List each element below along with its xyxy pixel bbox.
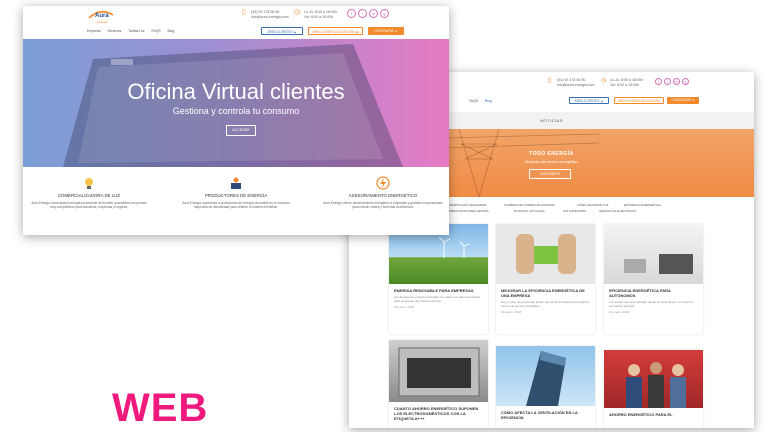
oven-image xyxy=(389,340,488,402)
clock-icon: ◷ xyxy=(294,9,301,16)
hours-line1: Lu-Ju: 8:00 a 18:00h xyxy=(304,10,337,14)
hours-line2: Vie: 8:00 a 15:00h xyxy=(610,83,640,87)
google-plus-icon[interactable]: g xyxy=(380,9,389,18)
twitter-icon[interactable]: t xyxy=(358,9,367,18)
area-comercializadora-button[interactable]: ÁREA COMERCIALIZADORA ◉ xyxy=(614,97,664,104)
category-link[interactable]: VEHÍCULOS ELÉCTRICOS xyxy=(599,209,636,213)
feature-text: Aura Energía comercializa energía proced… xyxy=(31,201,147,210)
hours-line1: Lu-Ju: 8:00 a 18:00h xyxy=(610,78,643,82)
feature-text: Aura Energía representa a productores de… xyxy=(182,201,290,210)
card-title[interactable]: CÓMO AFECTA LA VENTILACIÓN EN LA EFICIEN… xyxy=(496,406,595,420)
news-card[interactable]: AHORRO ENERGÉTICO PARA EL xyxy=(604,350,703,428)
feature-productores: PRODUCTORES DE ENERGÍA Aura Energía repr… xyxy=(176,176,296,210)
card-text: Hoy en día, las empresas tienen que tene… xyxy=(501,300,589,308)
phone-icon: ▯ xyxy=(548,78,552,84)
hero-banner: Oficina Virtual clientes Gestiona y cont… xyxy=(23,39,449,167)
email-text: info@aura-energia.com xyxy=(557,83,595,87)
category-link[interactable]: SIN CATEGORÍA xyxy=(563,209,586,213)
feature-comercializadora: COMERCIALIZADORA DE LUZ Aura Energía com… xyxy=(29,176,149,210)
card-title[interactable]: MEJORAR LA EFICIENCIA ENERGÉTICA DE UNA … xyxy=(496,284,595,298)
card-date: 19 enero, 2018 xyxy=(609,310,630,314)
category-link[interactable]: PREGUNTAS FRECUENTES xyxy=(449,209,489,213)
card-title[interactable]: ENERGÍA RENOVABLE PARA EMPRESAS xyxy=(389,284,488,293)
facebook-icon[interactable]: f xyxy=(347,9,356,18)
news-card[interactable]: MEJORAR LA EFICIENCIA ENERGÉTICA DE UNA … xyxy=(496,224,595,334)
nav-servicios[interactable]: Servicios xyxy=(108,29,122,33)
phone-line1: (34) 93 178 06 90 xyxy=(557,78,586,82)
home-page-window: Aura Energía ▯ (34) 93 178 06 90 info@au… xyxy=(23,6,449,235)
card-title[interactable]: CUANTO AHORRO ENERGÉTICO SUPONEN LOS ELE… xyxy=(389,402,488,421)
logo-subtext: Energía xyxy=(97,20,108,24)
nav-bar: FAQS Blog xyxy=(469,99,498,103)
nav-blog[interactable]: Blog xyxy=(168,29,175,33)
area-clientes-button[interactable]: ÁREA CLIENTES ▲ xyxy=(569,97,609,104)
nav-empresa[interactable]: Empresa xyxy=(87,29,101,33)
logo-text: Aura xyxy=(95,13,109,19)
nav-tarifas-luz[interactable]: Tarifas Luz xyxy=(128,29,144,33)
feature-text: Aura Energía ofrece asesoramiento energé… xyxy=(323,201,443,210)
category-link[interactable]: EFICIENCIA ENERGÉTICA xyxy=(624,203,661,207)
google-plus-icon[interactable]: g xyxy=(682,78,689,85)
linkedin-icon[interactable]: in xyxy=(673,78,680,85)
card-date: 19 enero, 2018 xyxy=(501,310,522,314)
twitter-icon[interactable]: t xyxy=(664,78,671,85)
phone-line1: (34) 93 178 06 90 xyxy=(251,10,280,14)
nav-blog[interactable]: Blog xyxy=(485,99,492,103)
news-card[interactable]: EFICIENCIA ENERGÉTICA PARA AUTÓNOMOS Los… xyxy=(604,224,703,334)
phone-icon: ▯ xyxy=(242,9,246,16)
category-link[interactable]: ADAPTACIÓN NECESARIA xyxy=(449,203,486,207)
area-comercializadora-button[interactable]: ÁREA COMERCIALIZADORA ◉ xyxy=(308,27,363,35)
solar-panel-icon xyxy=(229,176,243,190)
slider-dots xyxy=(232,157,252,167)
linkedin-icon[interactable]: in xyxy=(369,9,378,18)
news-card[interactable]: CUANTO AHORRO ENERGÉTICO SUPONEN LOS ELE… xyxy=(389,340,488,428)
web-label: WEB xyxy=(112,386,209,430)
card-date: 19 enero, 2018 xyxy=(394,305,415,309)
contratar-button[interactable]: CONTRATAR ➜ xyxy=(667,97,699,104)
feature-asesoramiento: ASESORAMIENTO ENERGÉTICO Aura Energía of… xyxy=(323,176,443,210)
news-card[interactable]: ENERGÍA RENOVABLE PARA EMPRESAS Las fuen… xyxy=(389,224,488,334)
category-link[interactable]: CAMBIAR DE COMERCIALIZADORA xyxy=(504,203,555,207)
feature-title: ASESORAMIENTO ENERGÉTICO xyxy=(348,193,418,198)
subscribe-button[interactable]: SUSCRÍBETE xyxy=(529,169,571,179)
hours-line2: Vie: 8:00 a 15:00h xyxy=(304,15,334,19)
energy-bolt-icon xyxy=(376,176,390,190)
category-link[interactable]: NOTICIAS ACTUALES xyxy=(514,209,545,213)
facebook-icon[interactable]: f xyxy=(655,78,662,85)
card-title[interactable]: EFICIENCIA ENERGÉTICA PARA AUTÓNOMOS xyxy=(604,284,703,298)
news-card[interactable]: CÓMO AFECTA LA VENTILACIÓN EN LA EFICIEN… xyxy=(496,346,595,428)
card-title[interactable]: AHORRO ENERGÉTICO PARA EL xyxy=(604,408,703,417)
building-image xyxy=(496,346,595,406)
email-text: info@aura-energia.com xyxy=(251,15,289,19)
acceder-button[interactable]: ACCEDER xyxy=(226,125,256,136)
area-clientes-button[interactable]: ÁREA CLIENTES ▲ xyxy=(261,27,303,35)
nav-bar: Empresa Servicios Tarifas Luz FAQS Blog xyxy=(87,29,180,33)
card-text: Los autónomos que trabajan desde su casa… xyxy=(609,300,694,308)
plug-image xyxy=(496,224,595,284)
card-text: Las fuentes de energía renovable son cad… xyxy=(394,295,481,303)
clock-icon: ◷ xyxy=(601,78,607,84)
lightbulb-icon xyxy=(82,176,96,190)
desk-image xyxy=(604,224,703,284)
people-image xyxy=(604,350,703,408)
category-link[interactable]: CÓMO AHORRAR LUZ xyxy=(577,203,609,207)
feature-title: PRODUCTORES DE ENERGÍA xyxy=(204,193,268,198)
nav-faqs[interactable]: FAQS xyxy=(469,99,478,103)
nav-faqs[interactable]: FAQS xyxy=(152,29,161,33)
hero-subtitle: Gestiona y controla tu consumo xyxy=(172,106,300,116)
hero-title: Oficina Virtual clientes xyxy=(127,79,345,104)
feature-title: COMERCIALIZADORA DE LUZ xyxy=(57,193,121,198)
contratar-button[interactable]: CONTRATAR ➜ xyxy=(368,27,404,35)
